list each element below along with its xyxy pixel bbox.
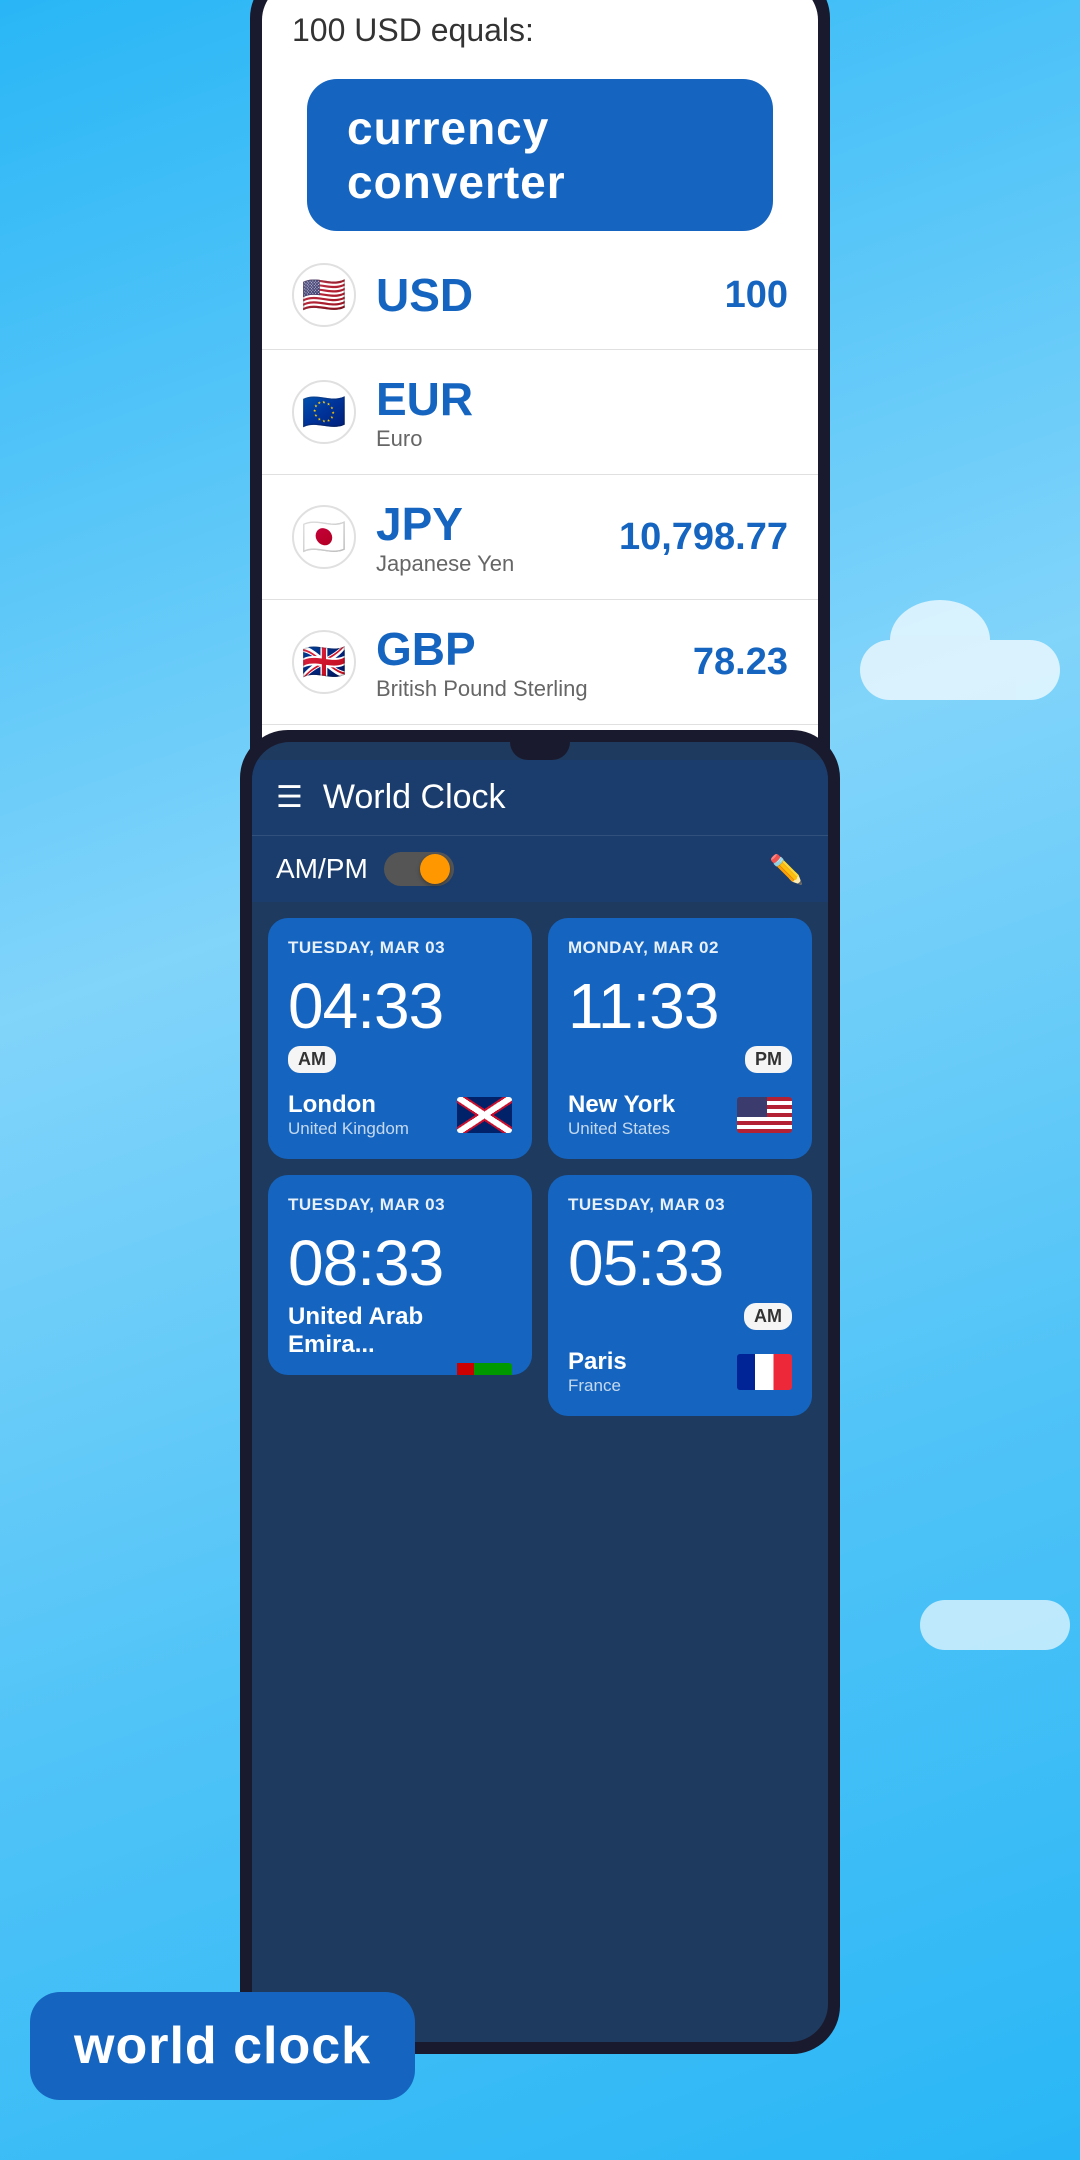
gbp-code: GBP xyxy=(376,622,693,676)
newyork-city-row: New York United States xyxy=(568,1091,792,1139)
london-date: TUESDAY, MAR 03 xyxy=(288,938,512,958)
london-time: 04:33 xyxy=(288,974,512,1038)
world-clock-title: World Clock xyxy=(323,778,804,817)
phone-notch xyxy=(510,742,570,760)
uae-flag-icon xyxy=(457,1363,512,1375)
eur-name: Euro xyxy=(376,426,788,452)
uae-time: 08:33 xyxy=(288,1231,512,1295)
london-city-info: London United Kingdom xyxy=(288,1091,409,1139)
usd-flag: 🇺🇸 xyxy=(292,263,356,327)
currency-converter-title: currency converter xyxy=(347,102,566,208)
gbp-value: 78.23 xyxy=(693,641,788,684)
london-city: London xyxy=(288,1091,409,1119)
london-city-row: London United Kingdom xyxy=(288,1091,512,1139)
currency-title-area: 100 USD equals: currency converter xyxy=(262,0,818,241)
paris-ampm: AM xyxy=(744,1303,792,1330)
usd-col: USD xyxy=(376,268,725,322)
london-ampm: AM xyxy=(288,1046,336,1073)
gbp-col: GBP British Pound Sterling xyxy=(376,622,693,702)
newyork-date: MONDAY, MAR 02 xyxy=(568,938,792,958)
world-clock-screen: ☰ World Clock AM/PM ✏️ TUESDAY, MAR 03 0… xyxy=(252,742,828,2042)
newyork-country: United States xyxy=(568,1119,675,1139)
edit-icon[interactable]: ✏️ xyxy=(769,853,804,886)
jpy-value: 10,798.77 xyxy=(619,516,788,559)
paris-city-info: Paris France xyxy=(568,1348,627,1396)
cloud-decoration-2 xyxy=(920,1600,1070,1650)
clock-grid: TUESDAY, MAR 03 04:33 AM London United K… xyxy=(252,902,828,1432)
paris-date: TUESDAY, MAR 03 xyxy=(568,1195,792,1215)
jpy-code: JPY xyxy=(376,497,619,551)
france-flag-icon xyxy=(737,1354,792,1390)
list-item[interactable]: MONDAY, MAR 02 11:33 PM New York United … xyxy=(548,918,812,1159)
jpy-flag: 🇯🇵 xyxy=(292,505,356,569)
london-country: United Kingdom xyxy=(288,1119,409,1139)
world-clock-badge: world clock xyxy=(30,1992,415,2100)
currency-converter-banner: currency converter xyxy=(307,79,773,231)
ampm-label: AM/PM xyxy=(276,853,368,885)
world-clock-phone: ☰ World Clock AM/PM ✏️ TUESDAY, MAR 03 0… xyxy=(240,730,840,2054)
list-item[interactable]: 🇪🇺 EUR Euro xyxy=(262,350,818,475)
ampm-toggle[interactable] xyxy=(384,852,454,886)
gbp-name: British Pound Sterling xyxy=(376,676,693,702)
paris-time: 05:33 xyxy=(568,1231,792,1295)
paris-city: Paris xyxy=(568,1348,627,1376)
usd-equals-label: 100 USD equals: xyxy=(292,12,788,49)
jpy-name: Japanese Yen xyxy=(376,551,619,577)
list-item[interactable]: TUESDAY, MAR 03 04:33 AM London United K… xyxy=(268,918,532,1159)
newyork-city-info: New York United States xyxy=(568,1091,675,1139)
toggle-knob xyxy=(420,854,450,884)
eur-flag: 🇪🇺 xyxy=(292,380,356,444)
world-clock-badge-text: world clock xyxy=(74,2017,371,2075)
list-item[interactable]: TUESDAY, MAR 03 05:33 AM Paris France xyxy=(548,1175,812,1416)
list-item[interactable]: 🇯🇵 JPY Japanese Yen 10,798.77 xyxy=(262,475,818,600)
paris-city-row: Paris France xyxy=(568,1348,792,1396)
usd-code: USD xyxy=(376,268,725,322)
newyork-ampm: PM xyxy=(745,1046,792,1073)
eur-code: EUR xyxy=(376,372,788,426)
ampm-row: AM/PM ✏️ xyxy=(252,835,828,902)
jpy-col: JPY Japanese Yen xyxy=(376,497,619,577)
us-flag-icon xyxy=(737,1097,792,1133)
eur-col: EUR Euro xyxy=(376,372,788,452)
newyork-time: 11:33 xyxy=(568,974,792,1038)
gbp-flag: 🇬🇧 xyxy=(292,630,356,694)
paris-country: France xyxy=(568,1376,627,1396)
uae-date: TUESDAY, MAR 03 xyxy=(288,1195,512,1215)
uk-flag-icon xyxy=(457,1097,512,1133)
list-item[interactable]: 🇺🇸 USD 100 xyxy=(262,241,818,350)
newyork-city: New York xyxy=(568,1091,675,1119)
list-item[interactable]: 🇬🇧 GBP British Pound Sterling 78.23 xyxy=(262,600,818,725)
hamburger-icon[interactable]: ☰ xyxy=(276,780,303,815)
uae-city: United Arab Emira... xyxy=(288,1303,512,1359)
usd-value: 100 xyxy=(725,274,788,317)
world-clock-header: ☰ World Clock xyxy=(252,760,828,835)
list-item[interactable]: TUESDAY, MAR 03 08:33 United Arab Emira.… xyxy=(268,1175,532,1375)
cloud-decoration-1 xyxy=(860,640,1060,700)
